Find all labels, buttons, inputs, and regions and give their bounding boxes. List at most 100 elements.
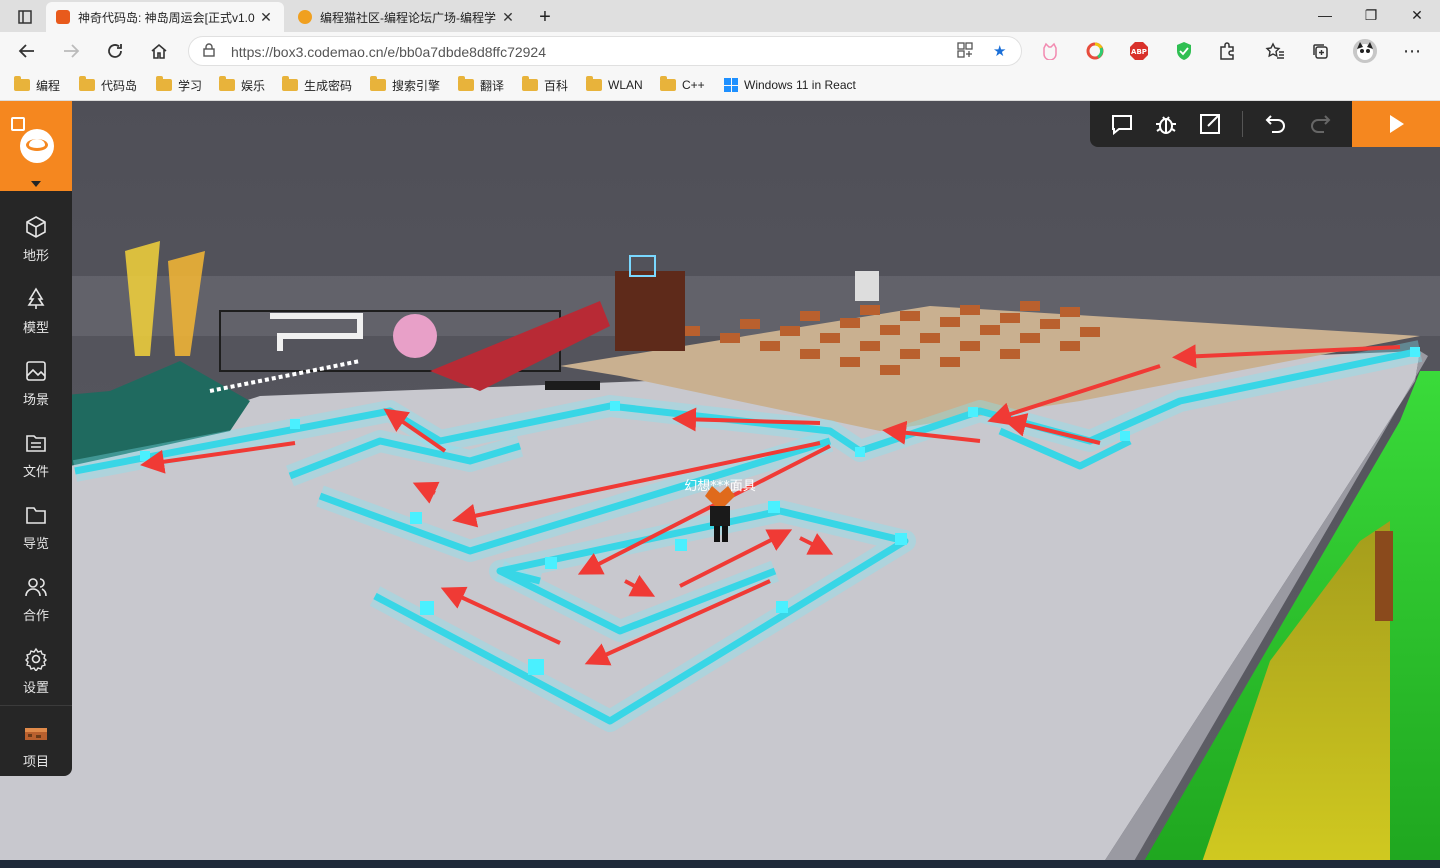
bookmark-folder[interactable]: C++ bbox=[660, 76, 705, 94]
terminal-badge-icon bbox=[11, 117, 25, 131]
image-icon bbox=[26, 361, 46, 381]
bookmark-label: 学习 bbox=[178, 78, 203, 93]
comment-icon[interactable] bbox=[1110, 112, 1134, 136]
sidebar-item-label: 模型 bbox=[22, 320, 49, 335]
chevron-down-icon bbox=[31, 181, 41, 187]
sidebar-item-label: 项目 bbox=[22, 754, 49, 769]
sidebar-item-label: 合作 bbox=[22, 608, 49, 623]
close-window-button[interactable]: ✕ bbox=[1394, 0, 1440, 30]
debug-icon[interactable] bbox=[1154, 112, 1178, 136]
sidebar-item-scene[interactable]: 场景 bbox=[0, 349, 72, 417]
tab-actions-button[interactable] bbox=[10, 2, 40, 32]
bookmark-label: WLAN bbox=[608, 78, 643, 92]
play-button[interactable] bbox=[1352, 101, 1440, 147]
favorites-list-icon[interactable] bbox=[1263, 39, 1287, 63]
player-name-label: 幻想***面具 bbox=[684, 478, 756, 494]
bookmark-label: 娱乐 bbox=[241, 78, 266, 93]
tree-icon bbox=[27, 287, 45, 309]
refresh-button[interactable] bbox=[100, 36, 130, 66]
sidebar-item-file[interactable]: 文件 bbox=[0, 421, 72, 489]
side-block bbox=[1375, 531, 1393, 621]
collections-icon[interactable] bbox=[1308, 39, 1332, 63]
home-button[interactable] bbox=[144, 36, 174, 66]
url-text[interactable]: https://box3.codemao.cn/e/bb0a7dbde8d8ff… bbox=[231, 44, 546, 60]
cat-extension-icon[interactable] bbox=[1038, 39, 1062, 63]
bookmark-label: 翻译 bbox=[480, 78, 505, 93]
bookmark-folder[interactable]: 学习 bbox=[156, 76, 202, 94]
sidebar-item-label: 地形 bbox=[22, 248, 49, 263]
sidebar-item-terrain[interactable]: 地形 bbox=[0, 205, 72, 273]
cube-icon bbox=[26, 216, 46, 238]
profile-avatar-icon[interactable] bbox=[1353, 39, 1377, 63]
undo-icon[interactable] bbox=[1264, 112, 1288, 136]
expand-icon[interactable] bbox=[1198, 112, 1222, 136]
favorite-star-icon[interactable]: ★ bbox=[993, 42, 1006, 60]
bookmark-folder[interactable]: 娱乐 bbox=[219, 76, 265, 94]
bookmark-folder[interactable]: 搜索引擎 bbox=[370, 76, 440, 94]
refresh-icon bbox=[108, 44, 122, 58]
scene-canvas[interactable]: 幻想***面具 bbox=[0, 101, 1440, 868]
extensions-puzzle-icon[interactable] bbox=[1215, 39, 1239, 63]
folder-icon bbox=[370, 76, 386, 91]
shield-extension-icon[interactable] bbox=[1172, 39, 1196, 63]
tab-codemao-community[interactable]: 编程猫社区-编程论坛广场-编程学 ✕ bbox=[288, 2, 526, 32]
tab-close-icon[interactable]: ✕ bbox=[258, 9, 274, 26]
folder-icon bbox=[79, 76, 95, 91]
editor-toolbar bbox=[1090, 101, 1440, 147]
sidebar-item-label: 场景 bbox=[22, 392, 49, 407]
sidebar-divider bbox=[0, 705, 72, 706]
sidebar-item-settings[interactable]: 设置 bbox=[0, 637, 72, 705]
forward-button[interactable] bbox=[56, 36, 86, 66]
url-box[interactable]: https://box3.codemao.cn/e/bb0a7dbde8d8ff… bbox=[188, 36, 1022, 66]
bookmark-label: 代码岛 bbox=[101, 78, 138, 93]
bookmark-folder[interactable]: 翻译 bbox=[458, 76, 504, 94]
adblock-plus-icon[interactable]: ABP bbox=[1127, 39, 1151, 63]
dark-block bbox=[545, 381, 600, 390]
gear-icon bbox=[25, 647, 47, 671]
bookmark-folder[interactable]: 生成密码 bbox=[282, 76, 352, 94]
back-arrow-icon bbox=[18, 44, 34, 58]
sidebar-item-project[interactable]: 项目 bbox=[0, 711, 72, 779]
codemao-community-favicon-icon bbox=[298, 10, 312, 24]
bookmark-label: Windows 11 in React bbox=[744, 78, 856, 92]
codemao-island-favicon-icon bbox=[56, 10, 70, 24]
bookmark-folder[interactable]: 代码岛 bbox=[79, 76, 137, 94]
sidebar-item-label: 设置 bbox=[22, 680, 49, 695]
tab-actions-icon bbox=[18, 10, 32, 24]
new-tab-button[interactable]: + bbox=[530, 2, 560, 32]
colorful-extension-icon[interactable] bbox=[1083, 39, 1107, 63]
white-statue bbox=[855, 271, 879, 301]
minimize-button[interactable]: — bbox=[1302, 0, 1348, 30]
tab-bar: 神奇代码岛: 神岛周运会[正式v1.0 ✕ 编程猫社区-编程论坛广场-编程学 ✕… bbox=[0, 0, 1440, 32]
back-button[interactable] bbox=[12, 36, 42, 66]
folder-icon bbox=[522, 76, 538, 91]
sidebar-item-collaborate[interactable]: 合作 bbox=[0, 565, 72, 633]
lock-icon bbox=[203, 43, 215, 60]
tab-codemao-island[interactable]: 神奇代码岛: 神岛周运会[正式v1.0 ✕ bbox=[46, 2, 284, 32]
folder-icon bbox=[660, 76, 676, 91]
bookmark-folder[interactable]: 编程 bbox=[14, 76, 60, 94]
sidebar-item-guide[interactable]: 导览 bbox=[0, 493, 72, 561]
bookmark-label: 百科 bbox=[544, 78, 569, 93]
codemao-logo[interactable] bbox=[0, 101, 72, 191]
app-available-icon[interactable] bbox=[957, 42, 973, 62]
tab-close-icon[interactable]: ✕ bbox=[500, 9, 516, 26]
svg-text:ABP: ABP bbox=[1131, 48, 1147, 56]
address-bar: https://box3.codemao.cn/e/bb0a7dbde8d8ff… bbox=[0, 32, 1440, 70]
bookmark-folder[interactable]: WLAN bbox=[586, 76, 643, 94]
folder-icon bbox=[156, 76, 172, 91]
redo-icon[interactable] bbox=[1308, 112, 1332, 136]
restore-button[interactable]: ❐ bbox=[1348, 0, 1394, 30]
bookmark-windows11[interactable]: Windows 11 in React bbox=[724, 76, 856, 94]
sidebar-item-label: 导览 bbox=[22, 536, 49, 551]
home-icon bbox=[151, 43, 167, 59]
bookmark-folder[interactable]: 百科 bbox=[522, 76, 568, 94]
users-icon bbox=[25, 578, 47, 597]
3d-viewport[interactable]: 幻想***面具 bbox=[0, 101, 1440, 868]
more-options-icon[interactable]: ⋯ bbox=[1400, 39, 1424, 63]
file-icon bbox=[26, 435, 46, 452]
cherry-tree bbox=[393, 314, 437, 358]
sidebar-item-model[interactable]: 模型 bbox=[0, 277, 72, 345]
sidebar-item-label: 文件 bbox=[22, 464, 49, 479]
os-taskbar-strip bbox=[0, 860, 1440, 868]
